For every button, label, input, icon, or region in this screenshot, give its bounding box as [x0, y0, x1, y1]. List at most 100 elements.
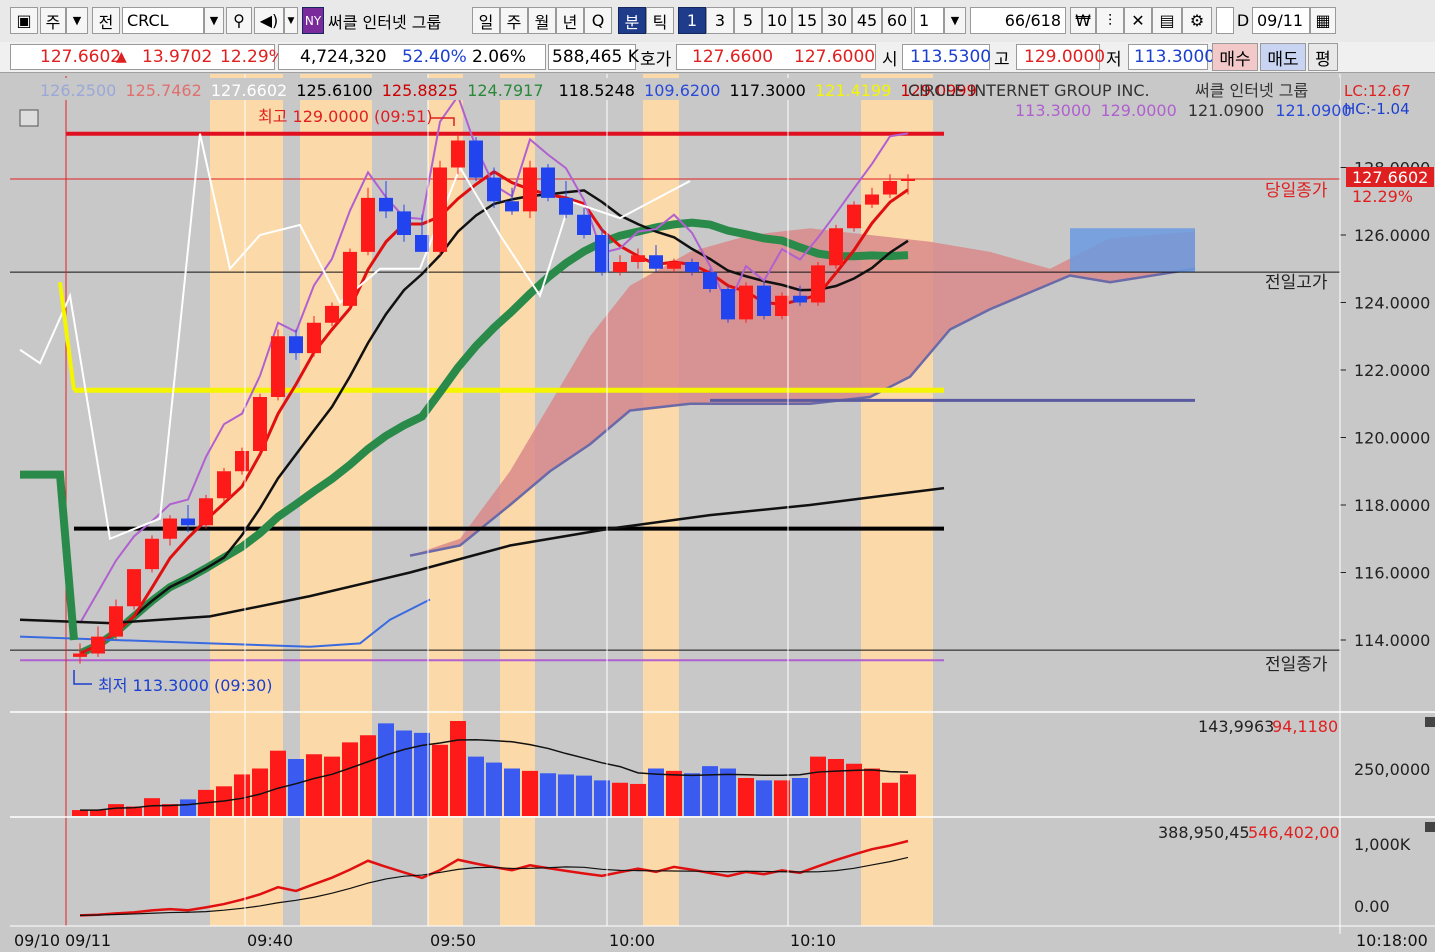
high-price: 129.0000: [1024, 47, 1106, 67]
speaker-dropdown-icon[interactable]: ▼: [284, 7, 298, 34]
volume-bar: [180, 799, 196, 816]
volume-bar: [756, 780, 772, 816]
period-quarter[interactable]: Q: [584, 7, 612, 34]
speaker-icon[interactable]: ◀): [254, 7, 284, 34]
candle-body: [793, 295, 807, 303]
gear-icon[interactable]: ⚙: [1182, 7, 1212, 34]
volume-bar: [234, 774, 250, 816]
avg-button[interactable]: 평: [1308, 43, 1338, 71]
prev-high-label: 전일고가: [1265, 273, 1328, 293]
crosshair-icon[interactable]: ✕: [1124, 7, 1152, 34]
candle-body: [469, 140, 483, 178]
candle-icon[interactable]: ⫶: [1096, 7, 1124, 34]
y-tick-label: 116.0000: [1354, 564, 1430, 583]
obv-close-icon[interactable]: [1425, 822, 1435, 832]
candle-body: [415, 235, 429, 252]
interval-1[interactable]: 1: [678, 7, 706, 34]
interval-10[interactable]: 10: [762, 7, 792, 34]
exchange-badge: NY: [302, 7, 324, 34]
x-tick-label: 10:00: [609, 931, 655, 950]
candle-body: [703, 272, 717, 289]
volume-close-icon[interactable]: [1425, 717, 1435, 727]
candle-body: [847, 204, 861, 229]
prev-button[interactable]: 전: [92, 7, 120, 34]
line2-value: 121.0900: [1275, 101, 1351, 120]
candle-body: [109, 606, 123, 637]
volume-value-red: 94,1180: [1272, 717, 1338, 736]
obv-axis-tick: 1,000K: [1354, 835, 1411, 854]
period-month[interactable]: 월: [528, 7, 556, 34]
period-minute[interactable]: 분: [618, 7, 646, 34]
candle-body: [901, 178, 915, 181]
volume-bar: [666, 770, 682, 816]
line2-value: 129.0000: [1100, 101, 1176, 120]
x-tick-label: 09:50: [430, 931, 476, 950]
interval-30[interactable]: 30: [822, 7, 852, 34]
sell-button[interactable]: 매도: [1260, 43, 1306, 71]
price-chart[interactable]: 114.0000 116.0000 118.0000 120.0000 122.0000…: [10, 74, 1435, 952]
line2-value: 121.0900: [1188, 101, 1264, 120]
symbol-input[interactable]: CRCL: [122, 7, 204, 34]
volume-bar: [828, 759, 844, 816]
volume-bar: [324, 756, 340, 816]
hc-label: HC:-1.04: [1344, 100, 1410, 118]
interval-15[interactable]: 15: [792, 7, 822, 34]
interval-3[interactable]: 3: [706, 7, 734, 34]
period-code-button[interactable]: 주: [40, 7, 66, 34]
count-input[interactable]: 66/618: [970, 7, 1066, 34]
high-label: 고: [994, 49, 1010, 70]
y-tick-label: 126.0000: [1354, 226, 1430, 245]
x-tick-label: 10:18:00: [1356, 931, 1428, 950]
candle-body: [451, 140, 465, 168]
volume-bar: [504, 768, 520, 816]
candle-body: [541, 167, 555, 198]
multiplier-input[interactable]: 1: [914, 7, 944, 34]
ma-value: 117.3000: [730, 81, 806, 100]
won-icon[interactable]: ₩: [1070, 7, 1096, 34]
x-tick-label: 09/10: [14, 931, 60, 950]
date-checkbox[interactable]: [1216, 7, 1234, 34]
candle-body: [685, 262, 699, 273]
search-icon[interactable]: ⚲: [226, 7, 252, 34]
layout-icon[interactable]: ▣: [10, 7, 38, 34]
candle-body: [253, 397, 267, 451]
volume-bar: [450, 721, 466, 816]
period-week[interactable]: 주: [500, 7, 528, 34]
amount-value: 588,465 K: [552, 47, 639, 67]
interval-5[interactable]: 5: [734, 7, 762, 34]
period-year[interactable]: 년: [556, 7, 584, 34]
candle-body: [523, 167, 537, 212]
volume-bar: [558, 774, 574, 816]
volume-bar: [522, 770, 538, 816]
candle-body: [343, 251, 357, 306]
buy-button[interactable]: 매수: [1212, 43, 1258, 71]
candle-body: [811, 265, 825, 303]
chevron-down-icon[interactable]: ▼: [66, 7, 88, 34]
candle-body: [145, 538, 159, 570]
last-price-tag: 127.6602: [1352, 168, 1428, 187]
save-icon[interactable]: ▤: [1152, 7, 1182, 34]
volume-bar: [594, 780, 610, 816]
period-tick[interactable]: 틱: [646, 7, 674, 34]
volume-bar: [792, 778, 808, 816]
ask-price: 127.6600: [692, 47, 774, 67]
interval-60[interactable]: 60: [882, 7, 912, 34]
count-current: 66: [1004, 11, 1026, 30]
period-day[interactable]: 일: [472, 7, 500, 34]
volume-bar: [432, 744, 448, 816]
candle-body: [577, 214, 591, 235]
low-label: 저: [1106, 49, 1122, 70]
volume-bar: [630, 783, 646, 816]
calendar-icon[interactable]: ▦: [1310, 7, 1336, 34]
symbol-dropdown-icon[interactable]: ▼: [204, 7, 224, 34]
volume-bar: [378, 723, 394, 816]
multiplier-dropdown-icon[interactable]: ▼: [944, 7, 966, 34]
grid-toggle-icon[interactable]: [19, 109, 39, 127]
volume-bar: [846, 763, 862, 816]
interval-45[interactable]: 45: [852, 7, 882, 34]
ma-value: 127.6602: [211, 81, 287, 100]
date-input[interactable]: 09/11: [1252, 7, 1310, 34]
today-close-label: 당일종가: [1265, 181, 1328, 201]
bid-price: 127.6000: [794, 47, 876, 67]
candle-body: [487, 177, 501, 202]
